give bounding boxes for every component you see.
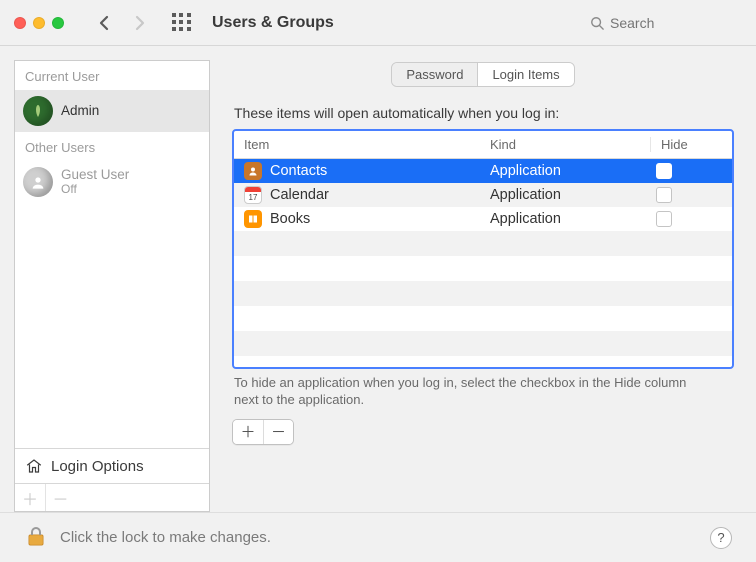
user-name-label: Guest User [61,168,129,183]
item-kind: Application [490,211,650,227]
login-item-add-remove: ＋ － [232,419,294,445]
search-field[interactable] [582,11,742,35]
books-icon [244,210,262,228]
hide-checkbox[interactable] [656,187,672,203]
login-items-hint: These items will open automatically when… [234,105,734,121]
table-fill [234,231,732,356]
users-sidebar: Current User Admin Other Users Guest Use… [14,60,210,512]
item-kind: Application [490,163,650,179]
close-window-button[interactable] [14,17,26,29]
tab-password[interactable]: Password [392,63,477,86]
help-button[interactable]: ? [710,527,732,549]
user-add-remove-bar: ＋ － [15,483,209,511]
search-icon [590,16,604,30]
bottom-bar: Click the lock to make changes. ? [0,512,756,562]
user-status-label: Off [61,183,129,196]
calendar-icon: 17 [244,186,262,204]
sidebar-user-admin[interactable]: Admin [15,90,209,132]
page-title: Users & Groups [212,14,334,32]
search-input[interactable] [610,15,734,31]
tab-login-items[interactable]: Login Items [477,63,573,86]
current-user-section-label: Current User [15,61,209,90]
other-users-section-label: Other Users [15,132,209,161]
show-all-icon[interactable] [172,13,192,33]
table-header: Item Kind Hide [234,131,732,159]
table-row[interactable]: Contacts Application [234,159,732,183]
minimize-window-button[interactable] [33,17,45,29]
remove-user-button[interactable]: － [45,484,75,511]
item-name: Contacts [270,163,327,179]
add-user-button[interactable]: ＋ [15,484,45,511]
avatar [23,167,53,197]
back-button[interactable] [90,10,118,36]
login-items-table: Item Kind Hide Contacts Appl [232,129,734,369]
contacts-icon [244,162,262,180]
remove-login-item-button[interactable]: － [263,420,293,444]
lock-text: Click the lock to make changes. [60,529,271,546]
user-name-label: Admin [61,104,99,119]
hide-checkbox[interactable] [656,211,672,227]
add-login-item-button[interactable]: ＋ [233,420,263,444]
col-item-header[interactable]: Item [244,137,490,152]
zoom-window-button[interactable] [52,17,64,29]
sidebar-user-guest[interactable]: Guest User Off [15,161,209,203]
forward-button[interactable] [126,10,154,36]
table-row[interactable]: 17 Calendar Application [234,183,732,207]
item-name: Books [270,211,310,227]
panel-tabs: Password Login Items [391,62,574,87]
col-kind-header[interactable]: Kind [490,137,650,152]
login-options-label: Login Options [51,458,144,475]
house-icon [25,457,43,475]
item-kind: Application [490,187,650,203]
avatar [23,96,53,126]
main-panel: Password Login Items These items will op… [224,60,742,512]
login-items-footnote: To hide an application when you log in, … [234,375,694,409]
login-options-button[interactable]: Login Options [15,448,209,483]
toolbar: Users & Groups [0,0,756,46]
hide-checkbox[interactable] [656,163,672,179]
lock-icon[interactable] [24,524,48,551]
table-row[interactable]: Books Application [234,207,732,231]
item-name: Calendar [270,187,329,203]
traffic-lights [14,17,64,29]
col-hide-header[interactable]: Hide [650,137,722,152]
